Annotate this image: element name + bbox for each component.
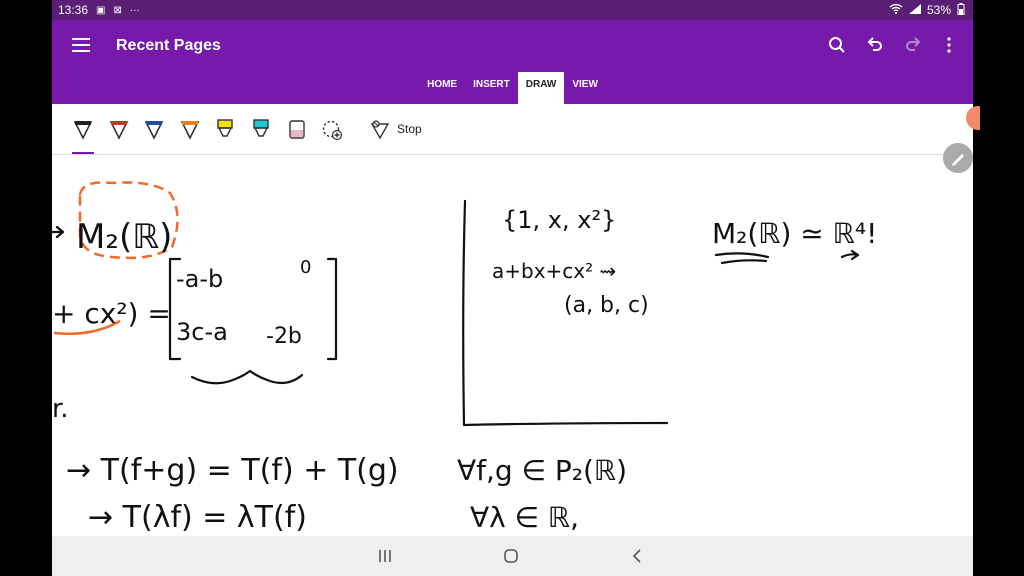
search-icon[interactable] bbox=[824, 32, 850, 58]
note-canvas[interactable]: M₂(ℝ) + cx²) = -a-b 0 3c-a -2b r. → T(f+… bbox=[52, 155, 973, 536]
underbrace-mark bbox=[190, 369, 304, 385]
ink-m2r: M₂(ℝ) bbox=[76, 217, 172, 257]
wifi-icon bbox=[889, 3, 903, 17]
undo-icon[interactable] bbox=[862, 32, 888, 58]
redo-icon[interactable] bbox=[900, 32, 926, 58]
app-bar: Recent Pages HOME INSERT DRAW VIEW bbox=[52, 20, 973, 104]
page-title: Recent Pages bbox=[116, 37, 221, 54]
ink-tuple: (a, b, c) bbox=[564, 293, 649, 318]
blue-pen-icon[interactable] bbox=[142, 118, 166, 142]
ink-r-dot: r. bbox=[52, 394, 69, 424]
home-icon[interactable] bbox=[501, 546, 521, 566]
floating-pen-button[interactable] bbox=[943, 143, 973, 173]
pen-icon bbox=[952, 154, 964, 166]
ink-additivity: → T(f+g) = T(f) + T(g) bbox=[66, 453, 399, 488]
arrow-mark bbox=[52, 225, 65, 239]
pink-highlighter-icon[interactable] bbox=[285, 118, 309, 142]
cyan-highlighter-icon[interactable] bbox=[249, 118, 273, 142]
handwritten-ink: M₂(ℝ) + cx²) = -a-b 0 3c-a -2b r. → T(f+… bbox=[52, 181, 877, 535]
matrix-cell-a12: 0 bbox=[300, 257, 311, 278]
gallery-icon: ▣ bbox=[96, 4, 106, 16]
draw-toolbar: Stop bbox=[52, 104, 973, 155]
matrix-cell-a21: 3c-a bbox=[176, 318, 228, 346]
red-pen-icon[interactable] bbox=[107, 118, 131, 142]
signal-icon bbox=[908, 3, 921, 17]
matrix-cell-a22: -2b bbox=[266, 324, 302, 349]
recent-apps-icon[interactable] bbox=[375, 546, 395, 566]
tab-view[interactable]: VIEW bbox=[564, 72, 606, 104]
ink-homogeneity: → T(λf) = λT(f) bbox=[88, 500, 307, 535]
tab-draw[interactable]: DRAW bbox=[517, 72, 565, 104]
ink-to-shape-icon[interactable] bbox=[368, 118, 392, 142]
selected-tool-indicator bbox=[72, 152, 94, 154]
ink-basis: {1, x, x²} bbox=[502, 206, 616, 234]
ink-eq-left: + cx²) = bbox=[52, 297, 171, 330]
iso-underline-mark bbox=[714, 252, 770, 265]
ink-isomorphism: M₂(ℝ) ≃ ℝ⁴! bbox=[712, 217, 877, 250]
more-options-icon[interactable] bbox=[936, 32, 962, 58]
status-bar: 13:36 ▣ ⊠ ··· 53% bbox=[52, 0, 973, 20]
lasso-select-icon[interactable] bbox=[320, 118, 344, 142]
orange-pen-icon[interactable] bbox=[178, 118, 202, 142]
ink-forall-lambda: ∀λ ∈ ℝ, bbox=[470, 501, 579, 534]
more-notifications-icon: ··· bbox=[129, 4, 140, 16]
black-pen-icon[interactable] bbox=[71, 118, 95, 142]
tab-home[interactable]: HOME bbox=[419, 72, 465, 104]
back-icon[interactable] bbox=[628, 546, 648, 566]
tab-insert[interactable]: INSERT bbox=[465, 72, 518, 104]
tablet-screen: 13:36 ▣ ⊠ ··· 53% Recent Pages HOME INSE… bbox=[52, 0, 973, 576]
system-nav-bar bbox=[52, 536, 973, 576]
notification-icon: ⊠ bbox=[113, 4, 122, 16]
ink-forall-fg: ∀f,g ∈ P₂(ℝ) bbox=[457, 454, 627, 487]
battery-icon bbox=[957, 2, 965, 18]
stop-button[interactable]: Stop bbox=[397, 122, 422, 136]
iso-arrow-mark bbox=[840, 249, 860, 261]
ribbon-tabs: HOME INSERT DRAW VIEW bbox=[52, 72, 973, 104]
battery-percent: 53% bbox=[926, 3, 951, 17]
matrix-right-bracket bbox=[326, 257, 338, 361]
matrix-cell-a11: -a-b bbox=[176, 265, 223, 293]
status-time: 13:36 bbox=[58, 3, 89, 17]
menu-icon[interactable] bbox=[72, 38, 90, 52]
ink-polynomial: a+bx+cx² ⇝ bbox=[492, 259, 616, 283]
yellow-highlighter-icon[interactable] bbox=[213, 118, 237, 142]
